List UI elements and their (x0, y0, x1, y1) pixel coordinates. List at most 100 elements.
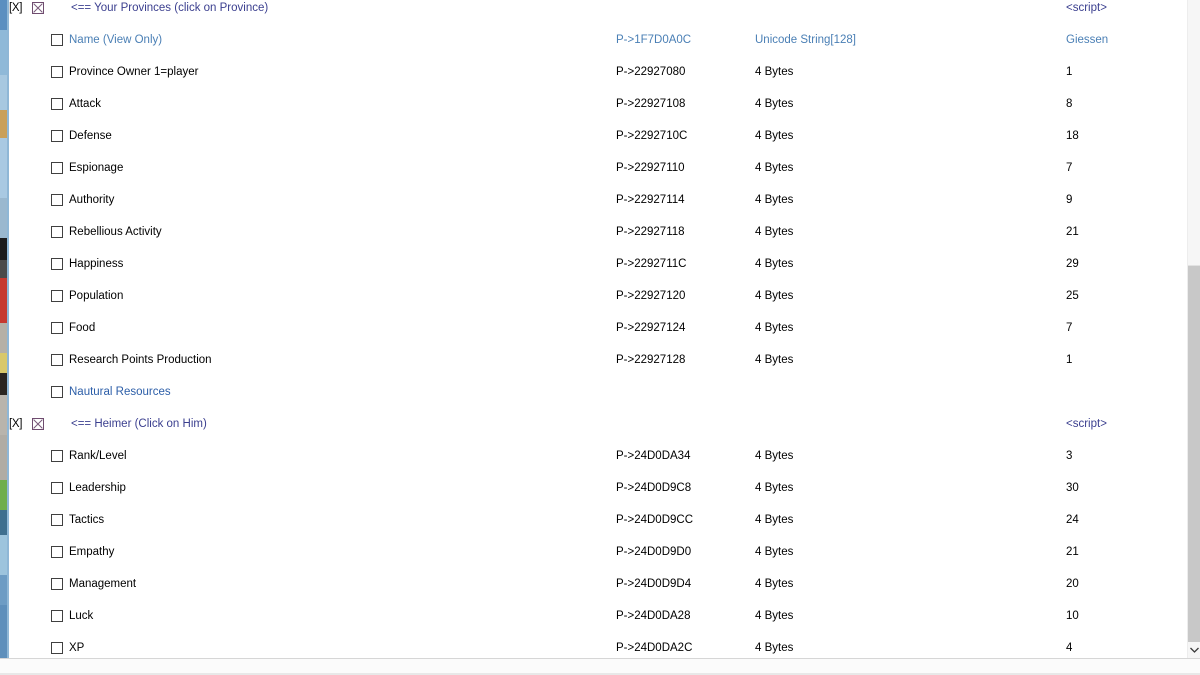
entry-type[interactable]: 4 Bytes (755, 448, 793, 464)
entry-address[interactable]: P->2292711C (616, 256, 686, 272)
entry-activate-checkbox[interactable] (51, 194, 63, 206)
table-row[interactable]: Attack P->22927108 4 Bytes 8 (9, 96, 1188, 112)
table-row[interactable]: Food P->22927124 4 Bytes 7 (9, 320, 1188, 336)
group-activate-checkbox[interactable] (32, 2, 44, 14)
group-expand-marker[interactable]: [X] (9, 2, 22, 14)
table-row[interactable]: Nautural Resources (9, 384, 1188, 400)
entry-address[interactable]: P->24D0DA34 (616, 448, 690, 464)
table-row[interactable]: Management P->24D0D9D4 4 Bytes 20 (9, 576, 1188, 592)
entry-value[interactable]: 10 (1066, 608, 1079, 624)
entry-value[interactable]: 1 (1066, 64, 1072, 80)
entry-type[interactable]: 4 Bytes (755, 480, 793, 496)
entry-value[interactable]: 4 (1066, 640, 1072, 656)
entry-activate-checkbox[interactable] (51, 386, 63, 398)
entry-description[interactable]: <== Your Provinces (click on Province) (71, 0, 268, 16)
entry-type[interactable]: 4 Bytes (755, 288, 793, 304)
table-row[interactable]: Tactics P->24D0D9CC 4 Bytes 24 (9, 512, 1188, 528)
entry-type[interactable]: 4 Bytes (755, 192, 793, 208)
entry-value[interactable]: 18 (1066, 128, 1079, 144)
group-row[interactable]: [X] <== Your Provinces (click on Province… (9, 0, 1188, 16)
table-row[interactable]: Rebellious Activity P->22927118 4 Bytes 21 (9, 224, 1188, 240)
entry-description[interactable]: Province Owner 1=player (69, 64, 198, 80)
entry-type[interactable]: 4 Bytes (755, 608, 793, 624)
entry-address[interactable]: P->24D0D9CC (616, 512, 693, 528)
entry-activate-checkbox[interactable] (51, 34, 63, 46)
table-row[interactable]: Happiness P->2292711C 4 Bytes 29 (9, 256, 1188, 272)
group-row[interactable]: [X] <== Heimer (Click on Him) <script> (9, 416, 1188, 432)
entry-activate-checkbox[interactable] (51, 354, 63, 366)
entry-address[interactable]: P->24D0D9C8 (616, 480, 691, 496)
entry-address[interactable]: P->22927114 (616, 192, 685, 208)
entry-type[interactable]: 4 Bytes (755, 576, 793, 592)
table-row[interactable]: XP P->24D0DA2C 4 Bytes 4 (9, 640, 1188, 656)
entry-description[interactable]: Attack (69, 96, 101, 112)
entry-description[interactable]: Rank/Level (69, 448, 127, 464)
entry-type[interactable]: 4 Bytes (755, 96, 793, 112)
table-row[interactable]: Authority P->22927114 4 Bytes 9 (9, 192, 1188, 208)
entry-value[interactable]: 25 (1066, 288, 1079, 304)
entry-address[interactable]: P->2292710C (616, 128, 687, 144)
table-row[interactable]: Province Owner 1=player P->22927080 4 Byte… (9, 64, 1188, 80)
entry-activate-checkbox[interactable] (51, 322, 63, 334)
entry-description[interactable]: Authority (69, 192, 114, 208)
entry-value[interactable]: 8 (1066, 96, 1072, 112)
entry-activate-checkbox[interactable] (51, 290, 63, 302)
entry-value[interactable]: <script> (1066, 0, 1107, 16)
entry-activate-checkbox[interactable] (51, 642, 63, 654)
entry-description[interactable]: Food (69, 320, 95, 336)
entry-description[interactable]: Luck (69, 608, 93, 624)
entry-description[interactable]: Rebellious Activity (69, 224, 162, 240)
entry-value[interactable]: 21 (1066, 544, 1079, 560)
group-activate-checkbox[interactable] (32, 418, 44, 430)
entry-address[interactable]: P->24D0D9D4 (616, 576, 691, 592)
entry-value[interactable]: 7 (1066, 160, 1072, 176)
group-expand-marker[interactable]: [X] (9, 418, 22, 430)
entry-type[interactable]: 4 Bytes (755, 64, 793, 80)
entry-value[interactable]: 20 (1066, 576, 1079, 592)
entry-description[interactable]: Nautural Resources (69, 384, 171, 400)
entry-activate-checkbox[interactable] (51, 482, 63, 494)
entry-description[interactable]: Tactics (69, 512, 104, 528)
table-row[interactable]: Population P->22927120 4 Bytes 25 (9, 288, 1188, 304)
entry-activate-checkbox[interactable] (51, 514, 63, 526)
entry-address[interactable]: P->22927110 (616, 160, 685, 176)
table-row[interactable]: Name (View Only) P->1F7D0A0C Unicode Strin… (9, 32, 1188, 48)
entry-description[interactable]: Management (69, 576, 136, 592)
entry-type[interactable]: 4 Bytes (755, 512, 793, 528)
entry-description[interactable]: Name (View Only) (69, 32, 162, 48)
table-row[interactable]: Research Points Production P->22927128 4 B… (9, 352, 1188, 368)
entry-type[interactable]: 4 Bytes (755, 224, 793, 240)
entry-description[interactable]: Espionage (69, 160, 123, 176)
entry-type[interactable]: Unicode String[128] (755, 32, 856, 48)
entry-address[interactable]: P->22927120 (616, 288, 685, 304)
entry-activate-checkbox[interactable] (51, 258, 63, 270)
entry-address[interactable]: P->22927128 (616, 352, 685, 368)
entry-activate-checkbox[interactable] (51, 578, 63, 590)
entry-activate-checkbox[interactable] (51, 226, 63, 238)
entry-value[interactable]: Giessen (1066, 32, 1108, 48)
entry-value[interactable]: 3 (1066, 448, 1072, 464)
entry-activate-checkbox[interactable] (51, 130, 63, 142)
entry-description[interactable]: Leadership (69, 480, 126, 496)
entry-address[interactable]: P->24D0D9D0 (616, 544, 691, 560)
entry-description[interactable]: XP (69, 640, 84, 656)
entry-activate-checkbox[interactable] (51, 546, 63, 558)
entry-address[interactable]: P->22927108 (616, 96, 685, 112)
entry-activate-checkbox[interactable] (51, 450, 63, 462)
entry-description[interactable]: Population (69, 288, 123, 304)
table-row[interactable]: Empathy P->24D0D9D0 4 Bytes 21 (9, 544, 1188, 560)
entry-value[interactable]: 9 (1066, 192, 1072, 208)
entry-value[interactable]: 24 (1066, 512, 1079, 528)
entry-value[interactable]: 1 (1066, 352, 1072, 368)
vertical-scrollbar[interactable] (1187, 0, 1200, 658)
table-row[interactable]: Espionage P->22927110 4 Bytes 7 (9, 160, 1188, 176)
scrollbar-thumb[interactable] (1188, 265, 1200, 643)
entry-type[interactable]: 4 Bytes (755, 544, 793, 560)
table-row[interactable]: Luck P->24D0DA28 4 Bytes 10 (9, 608, 1188, 624)
scrollbar-track-upper[interactable] (1188, 0, 1200, 265)
entry-value[interactable]: 29 (1066, 256, 1079, 272)
entry-type[interactable]: 4 Bytes (755, 320, 793, 336)
entry-address[interactable]: P->24D0DA28 (616, 608, 690, 624)
entry-description[interactable]: <== Heimer (Click on Him) (71, 416, 207, 432)
entry-description[interactable]: Empathy (69, 544, 114, 560)
